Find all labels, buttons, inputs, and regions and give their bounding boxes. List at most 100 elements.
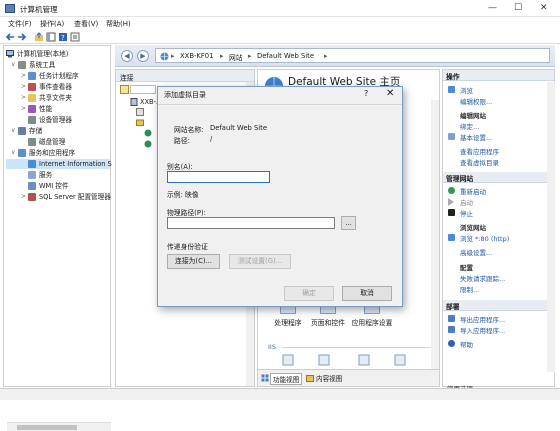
action-import-application[interactable]: 导入应用程序... (460, 325, 505, 335)
action-edit-permissions[interactable]: 编辑权限... (460, 96, 492, 106)
dialog-help-button[interactable]: ? (364, 89, 368, 98)
show-hide-tree-icon[interactable] (46, 32, 56, 42)
tree-item[interactable]: ∨ 服务和应用程序 (6, 148, 110, 158)
dialog-title-divider (158, 104, 402, 105)
tree-item[interactable]: 磁盘管理 (6, 137, 110, 147)
nav-back-icon[interactable]: ◀ (121, 50, 133, 62)
tree-expander-icon[interactable]: > (21, 104, 26, 114)
menu-file[interactable]: 文件(F) (8, 19, 32, 29)
close-button[interactable]: ✕ (540, 3, 548, 13)
iis-icon (28, 160, 36, 168)
menu-help[interactable]: 帮助(H) (106, 19, 131, 29)
action-help[interactable]: 帮助 (460, 339, 473, 349)
actions-scrollbar[interactable] (547, 82, 555, 372)
minimize-button[interactable]: — (488, 3, 497, 13)
tree-expander-icon[interactable]: > (21, 71, 26, 81)
feature-label[interactable]: 处理程序 (266, 317, 310, 327)
site-globe-icon-2[interactable] (144, 140, 152, 148)
tab-content-view[interactable]: 内容视图 (316, 373, 342, 383)
storage-icon (18, 127, 26, 135)
dialog-close-button[interactable]: ✕ (386, 88, 394, 99)
back-icon[interactable] (5, 32, 15, 42)
cancel-button[interactable]: 取消 (342, 286, 392, 301)
test-settings-button[interactable]: 测试设置(G)... (229, 254, 291, 269)
iis-feature-icon-1[interactable] (282, 354, 294, 366)
performance-icon (28, 105, 36, 113)
tree-item[interactable]: > 事件查看器 (6, 82, 110, 92)
breadcrumb-server[interactable]: XXB-KF01 (180, 52, 213, 60)
tree-item[interactable]: > 共享文件夹 (6, 93, 110, 103)
shared-folder-icon (28, 94, 36, 102)
tree-expander-icon[interactable]: ∨ (11, 60, 15, 70)
site-globe-icon[interactable] (144, 129, 152, 137)
iis-feature-icon-3[interactable] (358, 354, 370, 366)
action-restart[interactable]: 重新启动 (460, 186, 486, 196)
forward-icon[interactable] (17, 32, 27, 42)
app-pools-icon[interactable] (136, 108, 144, 116)
tree-horizontal-scrollbar[interactable] (7, 422, 111, 431)
feature-label[interactable]: 页面和控件 (306, 317, 350, 327)
wmi-icon (28, 182, 36, 190)
action-browse-80[interactable]: 浏览 *:80 (http) (460, 233, 509, 243)
tree-item[interactable]: 设备管理器 (6, 115, 110, 125)
address-bar: ◀ ▶ ▸ XXB-KF01 ▸ 网站 ▸ Default Web Site ▸ (115, 45, 555, 67)
tree-item[interactable]: WMI 控件 (6, 181, 110, 191)
menu-action[interactable]: 操作(A) (40, 19, 64, 29)
tree-expander-icon[interactable]: ∨ (11, 126, 15, 136)
nav-forward-icon[interactable]: ▶ (137, 50, 149, 62)
start-page-icon[interactable] (120, 85, 129, 94)
feature-label[interactable]: 应用程序设置 (350, 317, 394, 327)
connect-dropdown[interactable] (130, 85, 156, 94)
maximize-button[interactable]: ☐ (514, 3, 522, 13)
action-limits[interactable]: 限制... (460, 284, 479, 294)
action-failed-request-tracing[interactable]: 失败请求跟踪... (460, 273, 505, 283)
action-export-application[interactable]: 导出应用程序... (460, 314, 505, 324)
physical-path-input[interactable] (167, 217, 335, 229)
properties-icon[interactable] (70, 32, 80, 42)
action-basic-settings[interactable]: 基本设置... (460, 132, 492, 142)
tree-item[interactable]: 服务 (6, 170, 110, 180)
iis-feature-icon-2[interactable] (318, 354, 330, 366)
up-folder-icon[interactable] (34, 32, 44, 42)
action-advanced-settings[interactable]: 高级设置... (460, 247, 492, 257)
action-start[interactable]: 启动 (460, 197, 473, 207)
tree-expander-icon[interactable]: > (21, 82, 26, 92)
stop-icon (448, 209, 455, 216)
scrollbar-thumb[interactable] (17, 425, 77, 430)
alias-input[interactable] (167, 171, 270, 183)
server-node-icon[interactable] (130, 98, 138, 106)
action-view-virtual-dirs[interactable]: 查看虚拟目录 (460, 157, 499, 167)
ok-button[interactable]: 确定 (284, 286, 334, 301)
tools-icon (18, 61, 26, 69)
sites-folder-icon[interactable] (136, 118, 144, 126)
tree-item[interactable]: Internet Information S (6, 159, 112, 169)
tree-root[interactable]: 计算机管理(本地) (6, 49, 110, 59)
menu-view[interactable]: 查看(V) (74, 19, 98, 29)
tree-item-label: Internet Information S (39, 160, 112, 168)
iis-feature-icon-4[interactable] (394, 354, 406, 366)
action-view-applications[interactable]: 查看应用程序 (460, 146, 499, 156)
connect-as-button[interactable]: 连接为(C)... (167, 254, 220, 269)
restart-icon (448, 187, 455, 194)
features-scrollbar[interactable] (431, 100, 439, 370)
browse-80-icon (448, 234, 455, 241)
tree-item[interactable]: ∨ 系统工具 (6, 60, 110, 70)
help-icon[interactable]: ? (58, 32, 68, 42)
tree-item[interactable]: ∨ 存储 (6, 126, 110, 136)
tree-item-label: 存储 (29, 127, 43, 135)
breadcrumb-default-web-site[interactable]: Default Web Site (257, 52, 314, 60)
tree-item[interactable]: > 性能 (6, 104, 110, 114)
action-bindings[interactable]: 绑定... (460, 121, 479, 131)
tab-features-view[interactable]: 功能视图 (270, 373, 303, 385)
tree-item[interactable]: > SQL Server 配置管理器 (6, 192, 111, 202)
tree-expander-icon[interactable]: > (21, 192, 26, 202)
export-icon (448, 315, 455, 322)
breadcrumb-sites[interactable]: 网站 (229, 52, 243, 62)
start-icon (448, 198, 454, 206)
action-stop[interactable]: 停止 (460, 208, 473, 218)
action-browse[interactable]: 浏览 (460, 85, 473, 95)
tree-expander-icon[interactable]: > (21, 93, 26, 103)
browse-path-button[interactable]: ... (341, 216, 356, 230)
tree-item[interactable]: > 任务计划程序 (6, 71, 110, 81)
tree-expander-icon[interactable]: ∨ (11, 148, 15, 158)
